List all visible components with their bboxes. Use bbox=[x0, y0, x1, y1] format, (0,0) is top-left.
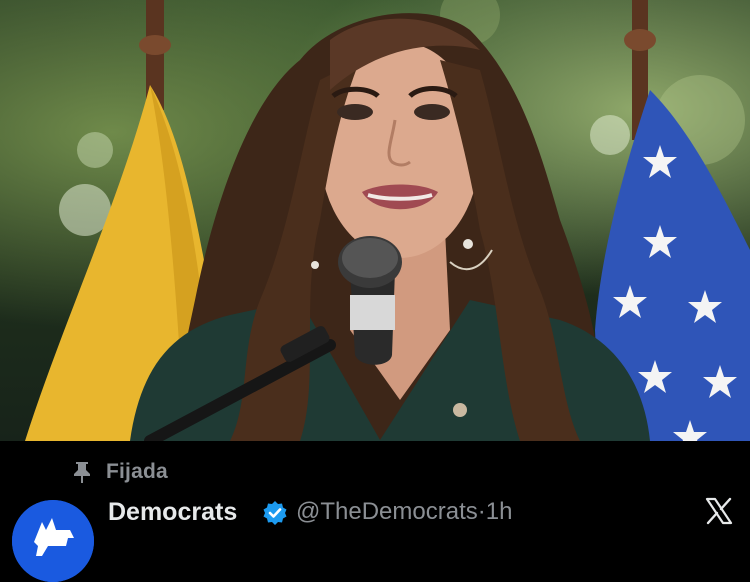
avatar[interactable] bbox=[12, 500, 94, 582]
tweet-media-photo[interactable] bbox=[0, 0, 750, 441]
tweet-author-row: Democrats @TheDemocrats·1h bbox=[0, 496, 750, 582]
pinned-indicator: Fijada bbox=[72, 460, 168, 484]
handle: @TheDemocrats bbox=[296, 498, 478, 525]
tweet-card[interactable]: Fijada Democrats @TheDemocrats·1h bbox=[0, 441, 750, 582]
verified-badge-icon bbox=[263, 501, 287, 525]
display-name[interactable]: Democrats bbox=[108, 498, 237, 527]
handle-and-time[interactable]: @TheDemocrats·1h bbox=[296, 498, 512, 526]
separator: · bbox=[477, 498, 486, 525]
pin-icon bbox=[74, 462, 90, 483]
donkey-logo-icon bbox=[12, 500, 94, 582]
timestamp: 1h bbox=[485, 498, 513, 525]
pinned-label: Fijada bbox=[106, 460, 168, 483]
x-logo-icon[interactable] bbox=[704, 496, 734, 526]
photo-illustration bbox=[25, 0, 750, 441]
